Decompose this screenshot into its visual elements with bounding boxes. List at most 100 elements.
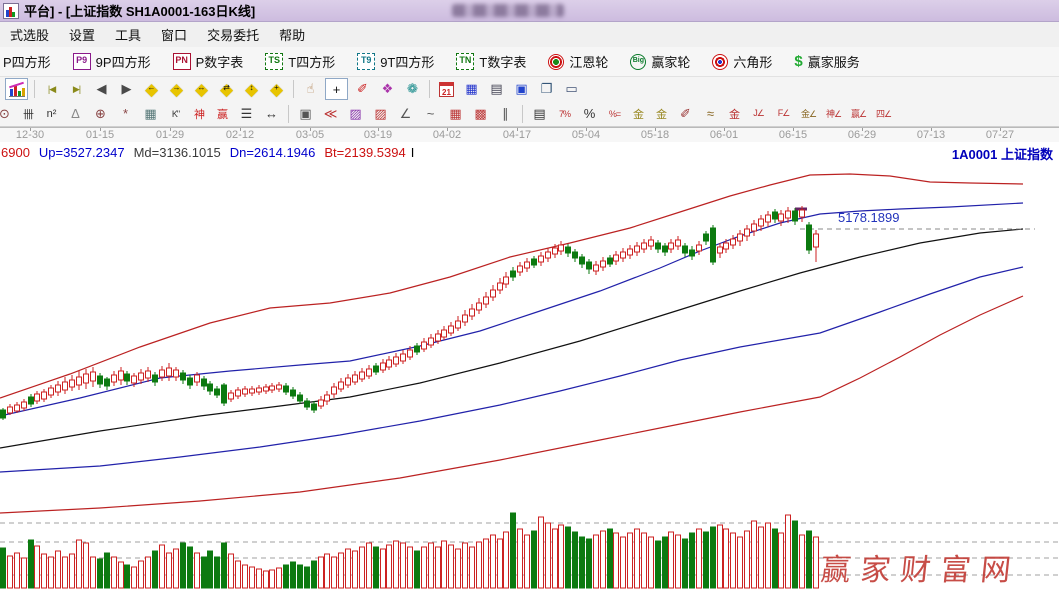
percent-lines-icon[interactable]: %=: [604, 104, 625, 124]
ninep-square-icon: P9: [73, 53, 91, 70]
price-scale-icon[interactable]: ▤: [529, 104, 550, 124]
shift-left-button[interactable]: ◆←: [141, 79, 162, 99]
menu-item-1[interactable]: 设置: [59, 22, 105, 47]
band-value-2: Md=3136.1015: [134, 145, 221, 160]
grid-red-icon[interactable]: ▦: [445, 104, 466, 124]
gann-wheel-icon: [548, 54, 564, 70]
hand-tool[interactable]: ☝: [300, 79, 321, 99]
crosshair-tool[interactable]: +: [325, 78, 348, 100]
title-bar[interactable]: 平台] - [上证指数 SH1A0001-163日K线]: [0, 0, 1059, 22]
shen-angle-icon[interactable]: 神∠: [823, 104, 844, 124]
percent-strike-icon[interactable]: 7%: [554, 104, 575, 124]
grid-count-icon[interactable]: 卌: [19, 104, 38, 124]
next-bar-button[interactable]: ▶: [116, 79, 137, 99]
parallel-lines-icon[interactable]: ∥: [495, 104, 516, 124]
t-number-table-button[interactable]: TNT数字表: [456, 52, 526, 71]
angle-fan-icon[interactable]: ∠: [395, 104, 416, 124]
k-notation-icon[interactable]: K": [165, 104, 186, 124]
kline-chart-svg: [0, 142, 1059, 591]
fan-lines-icon[interactable]: ≪: [320, 104, 341, 124]
star-lines-icon[interactable]: *: [115, 104, 136, 124]
date-label-06-01: 06-01: [710, 129, 738, 141]
compass-cut-icon[interactable]: ⊙: [0, 104, 15, 124]
p-number-table-button[interactable]: PNP数字表: [173, 52, 244, 71]
prev-bar-button[interactable]: ◀: [91, 79, 112, 99]
wave-tool-icon[interactable]: ~: [420, 104, 441, 124]
winner-wheel-icon: Big: [630, 54, 646, 70]
date-label-03-05: 03-05: [296, 129, 324, 141]
band-values-readout: 6900Up=3527.2347Md=3136.1015Dn=2614.1946…: [1, 145, 423, 160]
shen-tool-icon[interactable]: 神: [190, 104, 209, 124]
grid-star-icon[interactable]: ▦: [140, 104, 161, 124]
menu-item-2[interactable]: 工具: [105, 22, 151, 47]
save-icon[interactable]: ▣: [511, 79, 532, 99]
ying-tool-icon[interactable]: 赢: [213, 104, 232, 124]
gold-lines-icon[interactable]: 金: [652, 104, 671, 124]
winner-service-label: 赢家服务: [808, 52, 860, 71]
gold-underline-icon[interactable]: 金: [725, 104, 744, 124]
hexagon-button[interactable]: 六角形: [712, 52, 772, 71]
band-value-4: Bt=2139.5394: [324, 145, 405, 160]
brush-icon[interactable]: ✐: [675, 104, 696, 124]
print-truck-icon[interactable]: ▭: [561, 79, 582, 99]
f-angle-icon[interactable]: F∠: [773, 104, 794, 124]
menu-item-0[interactable]: 式选股: [0, 22, 59, 47]
date-label-01-29: 01-29: [156, 129, 184, 141]
last-bar-button[interactable]: ▶|: [66, 79, 87, 99]
dragon-tool[interactable]: ❁: [402, 79, 423, 99]
p-square-button[interactable]: P四方形: [3, 52, 51, 71]
width-measure-icon[interactable]: ↔: [261, 104, 282, 124]
stamp-tool[interactable]: ❖: [377, 79, 398, 99]
calendar-icon[interactable]: 21: [436, 79, 457, 99]
gann-wheel-button[interactable]: 江恩轮: [548, 52, 608, 71]
percent-icon[interactable]: %: [579, 104, 600, 124]
box-tool-icon[interactable]: ▣: [295, 104, 316, 124]
grid-red2-icon[interactable]: ▩: [470, 104, 491, 124]
winner-service-button[interactable]: $ 赢家服务: [794, 52, 859, 71]
si-angle-icon[interactable]: 四∠: [873, 104, 894, 124]
shift-right-button[interactable]: ◆→: [166, 79, 187, 99]
notes-icon[interactable]: ▤: [486, 79, 507, 99]
date-label-05-18: 05-18: [641, 129, 669, 141]
gold-circle-icon[interactable]: 金: [629, 104, 648, 124]
text-cursor: I: [411, 145, 415, 160]
ninep-square-button[interactable]: P99P四方形: [73, 52, 151, 71]
ninet-square-button[interactable]: T99T四方形: [357, 52, 434, 71]
t-square-button[interactable]: TST四方形: [265, 52, 335, 71]
zoom-in-h-button[interactable]: ◆⇄: [216, 79, 237, 99]
n-square-icon[interactable]: n²: [42, 104, 61, 124]
kline-chart-area[interactable]: 6900Up=3527.2347Md=3136.1015Dn=2614.1946…: [0, 142, 1059, 591]
wave-gold-icon[interactable]: ≈: [700, 104, 721, 124]
date-label-07-13: 07-13: [917, 129, 945, 141]
date-label-06-29: 06-29: [848, 129, 876, 141]
abacus-icon[interactable]: ☰: [236, 104, 257, 124]
pin-tool[interactable]: ✐: [352, 79, 373, 99]
date-label-04-02: 04-02: [433, 129, 461, 141]
calculator-icon[interactable]: ▦: [461, 79, 482, 99]
date-label-01-15: 01-15: [86, 129, 114, 141]
zoom-out-all-button[interactable]: ◆↕: [241, 79, 262, 99]
menu-item-5[interactable]: 帮助: [269, 22, 315, 47]
marked-high-label: 5178.1899: [838, 210, 899, 225]
menu-item-4[interactable]: 交易委托: [197, 22, 269, 47]
gann-square-purple-icon[interactable]: ▨: [345, 104, 366, 124]
gann-compass-icon[interactable]: ⊕: [90, 104, 111, 124]
gann-square-red-icon[interactable]: ▨: [370, 104, 391, 124]
zoom-out-h-button[interactable]: ◆↔: [191, 79, 212, 99]
winner-service-icon: $: [794, 53, 802, 70]
t-square-icon: TS: [265, 53, 283, 70]
date-label-04-17: 04-17: [503, 129, 531, 141]
date-label-06-15: 06-15: [779, 129, 807, 141]
angle-measure-icon[interactable]: ∆: [65, 104, 86, 124]
winner-wheel-button[interactable]: Big赢家轮: [630, 52, 690, 71]
watermark: 赢家财富网: [819, 545, 1024, 589]
p-number-table-icon: PN: [173, 53, 191, 70]
kline-chart-tool[interactable]: [5, 78, 28, 100]
gold-angle-icon[interactable]: 金∠: [798, 104, 819, 124]
menu-item-3[interactable]: 窗口: [151, 22, 197, 47]
first-bar-button[interactable]: |◀: [41, 79, 62, 99]
copy-web-icon[interactable]: ❐: [536, 79, 557, 99]
j-angle-icon[interactable]: J∠: [748, 104, 769, 124]
zoom-in-all-button[interactable]: ◆+: [266, 79, 287, 99]
ying-angle-icon[interactable]: 赢∠: [848, 104, 869, 124]
